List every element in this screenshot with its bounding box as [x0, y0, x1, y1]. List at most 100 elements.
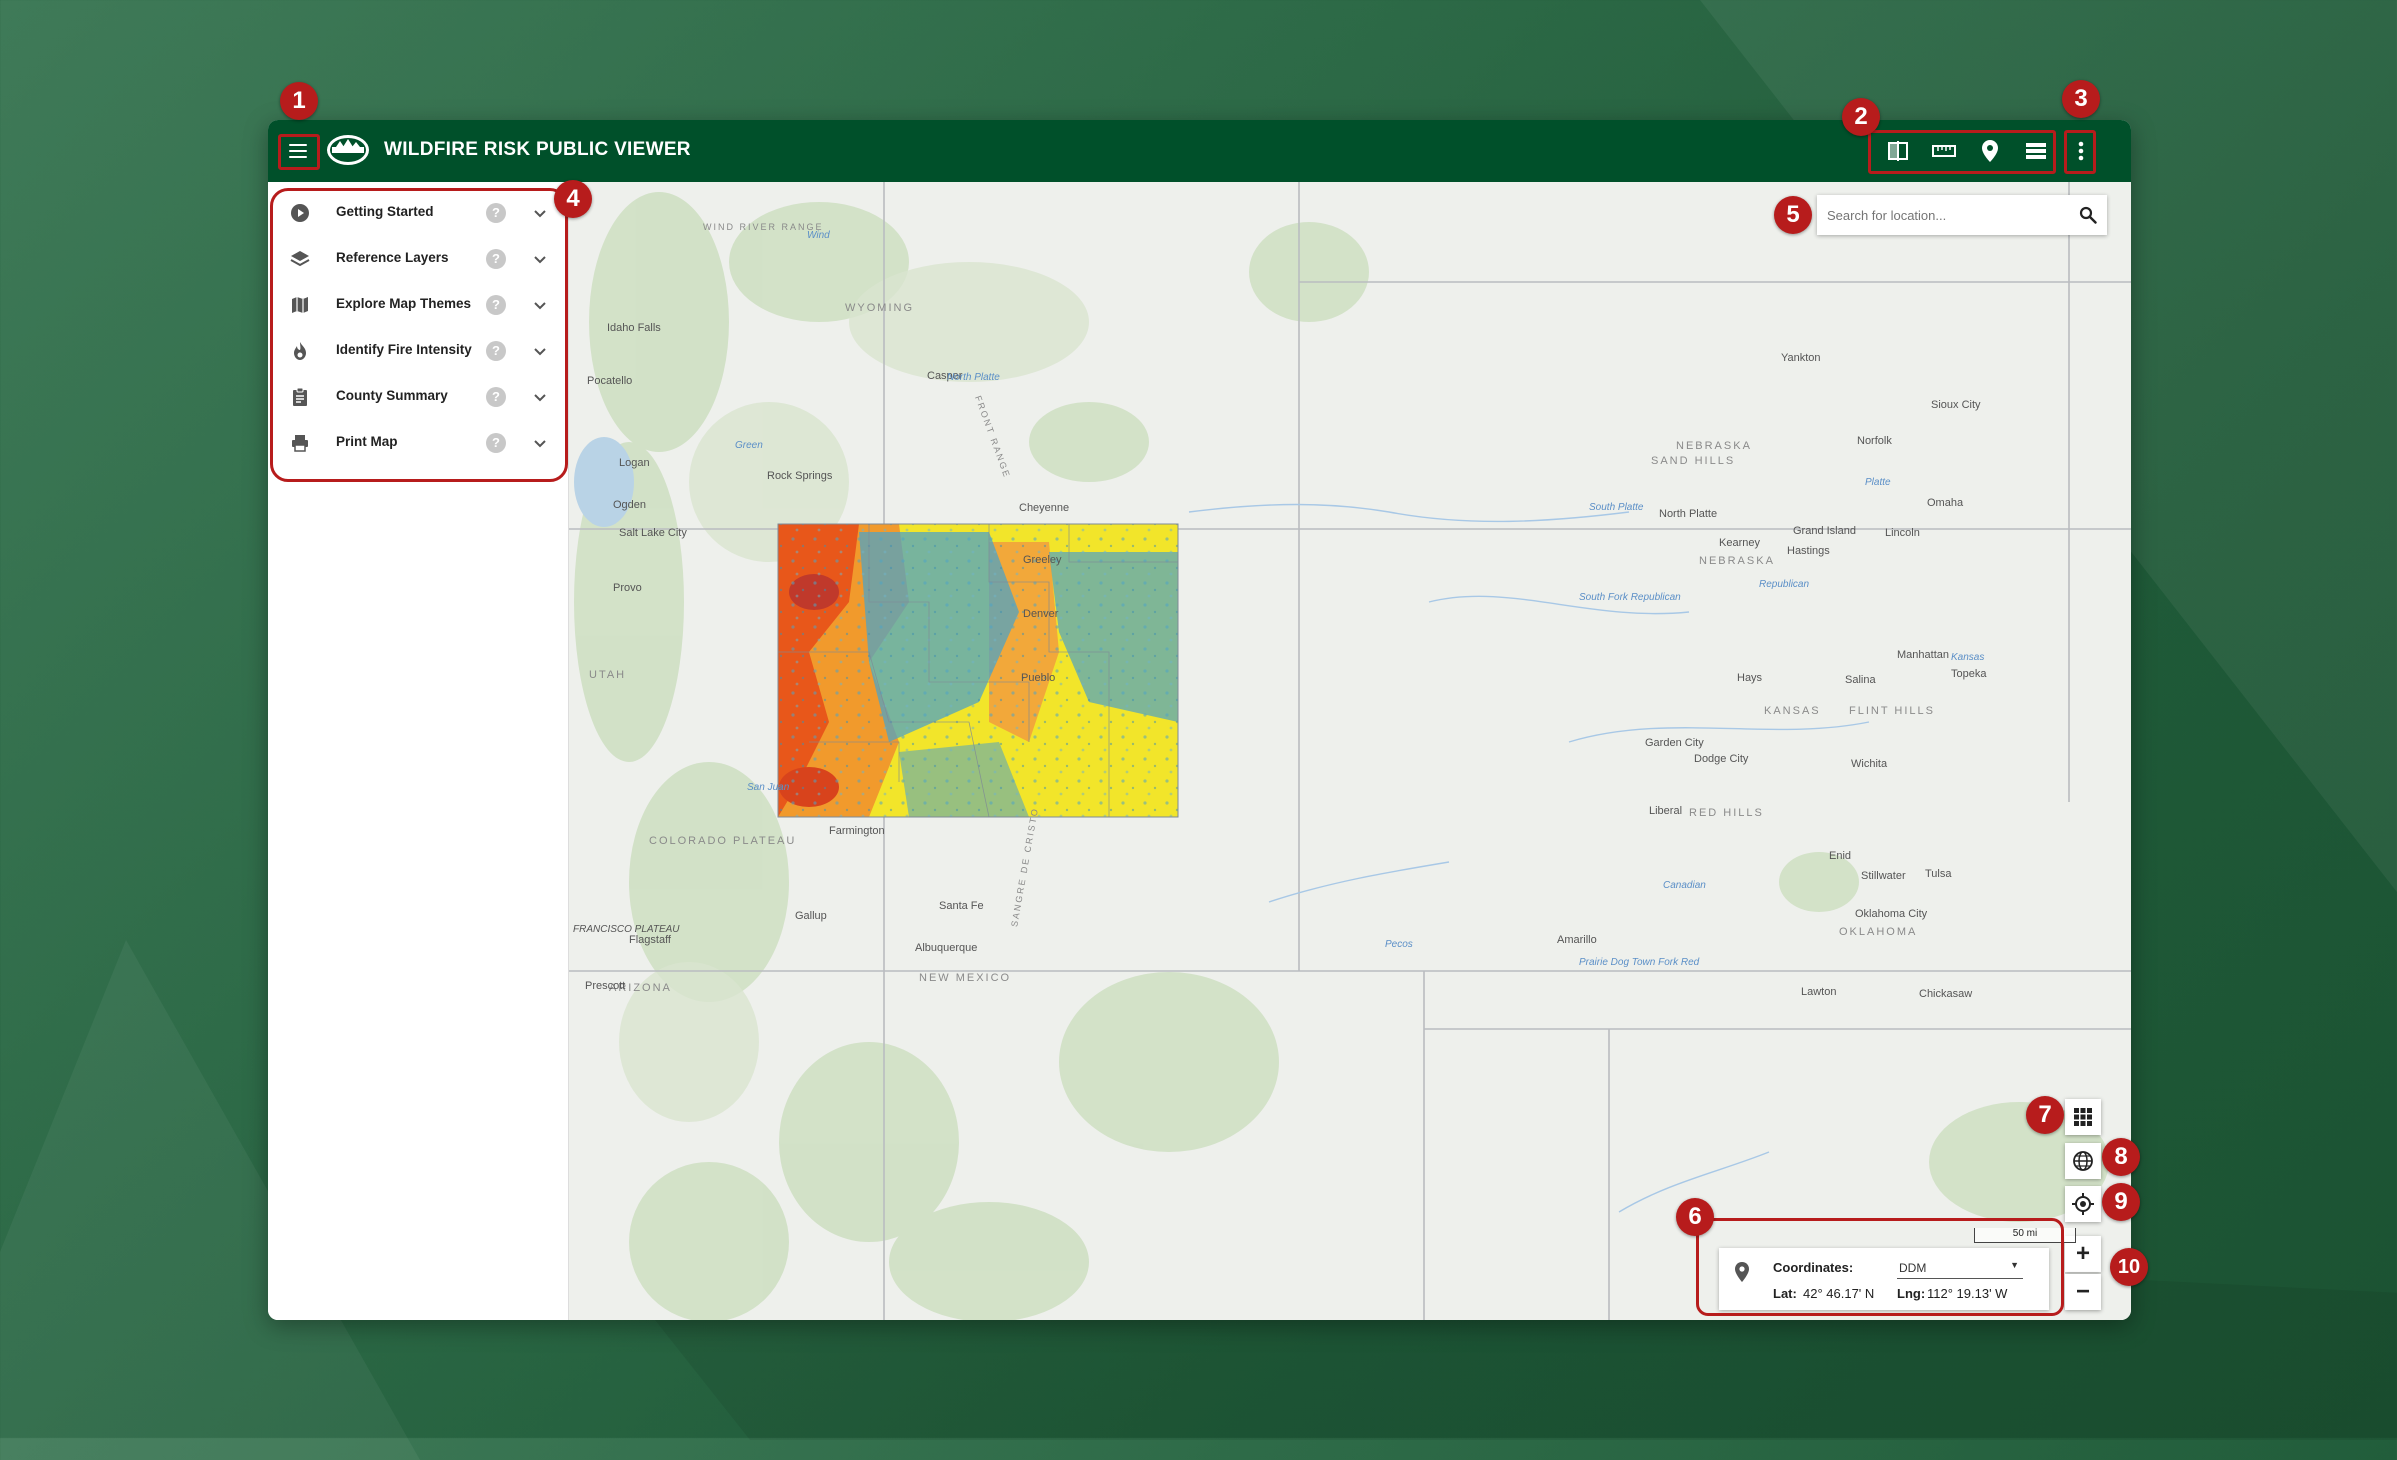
callout-badge: 1 [280, 82, 318, 120]
measure-button[interactable] [1924, 132, 1964, 170]
coordinate-format-value: DDM [1899, 1261, 1927, 1275]
map-label: Republican [1759, 579, 1810, 590]
map-label: Wichita [1851, 758, 1888, 770]
list-icon [2026, 143, 2046, 159]
basemap-button[interactable] [2065, 1099, 2101, 1135]
chevron-down-icon[interactable] [532, 435, 548, 451]
globe-button[interactable] [2065, 1143, 2101, 1179]
map-label: Green [735, 440, 763, 451]
map-label: Pecos [1385, 939, 1413, 950]
more-vertical-icon [2078, 141, 2084, 161]
map-label: Yankton [1781, 352, 1821, 364]
place-marker-button[interactable] [1970, 132, 2010, 170]
layer-list-button[interactable] [2016, 132, 2056, 170]
map-label: Provo [613, 582, 642, 594]
map-label: NEBRASKA [1676, 440, 1752, 452]
map-label: Amarillo [1557, 934, 1597, 946]
risk-overlay [777, 523, 1179, 818]
coordinates-label: Coordinates: [1773, 1260, 1854, 1275]
sidebar-item-getting-started[interactable]: Getting Started ? [268, 190, 568, 236]
map-label: South Fork Republican [1579, 592, 1681, 603]
search-icon[interactable] [2079, 206, 2097, 224]
ruler-icon [1932, 145, 1956, 157]
help-icon[interactable]: ? [486, 203, 506, 223]
callout-badge: 2 [1842, 98, 1880, 136]
sidebar-item-reference-layers[interactable]: Reference Layers ? [268, 236, 568, 282]
help-icon[interactable]: ? [486, 387, 506, 407]
fire-icon [294, 342, 306, 360]
map-label: Salt Lake City [619, 527, 687, 539]
sidebar-item-label: Getting Started [336, 204, 434, 219]
callout-badge: 7 [2026, 1096, 2064, 1134]
sidebar-item-label: Reference Layers [336, 250, 449, 265]
split-view-button[interactable] [1878, 132, 1918, 170]
sidebar: Getting Started ? Reference Layers ? Exp… [268, 182, 569, 1320]
chevron-down-icon[interactable] [532, 389, 548, 405]
map-label: Pocatello [587, 375, 633, 387]
map-label: Cheyenne [1019, 502, 1070, 514]
basemap [569, 182, 2131, 1320]
chevron-down-icon: ▼ [2010, 1260, 2019, 1270]
clipboard-icon [293, 387, 307, 406]
map-label: Tulsa [1925, 868, 1952, 880]
map-pin-icon [1735, 1262, 1749, 1282]
chevron-down-icon[interactable] [532, 343, 548, 359]
map-label: Norfolk [1857, 435, 1892, 447]
help-icon[interactable]: ? [486, 295, 506, 315]
sidebar-item-label: Identify Fire Intensity [336, 342, 472, 357]
chevron-down-icon[interactable] [532, 297, 548, 313]
map-label: KANSAS [1764, 705, 1821, 717]
lat-label: Lat: [1773, 1286, 1797, 1301]
map-label: Santa Fe [939, 900, 984, 912]
more-options-button[interactable] [2066, 132, 2096, 170]
lng-label: Lng: [1897, 1286, 1926, 1301]
coordinates-panel: Coordinates: DDM ▼ Lat: 42° 46.17' N Lng… [1719, 1248, 2049, 1310]
app-title: WILDFIRE RISK PUBLIC VIEWER [384, 139, 691, 160]
chevron-down-icon[interactable] [532, 251, 548, 267]
map-label: Salina [1845, 674, 1876, 686]
map-label: Platte [1865, 477, 1891, 488]
map-label: Enid [1829, 850, 1852, 862]
map-label: FRANCISCO PLATEAU [573, 924, 680, 935]
globe-icon [2073, 1151, 2093, 1171]
zoom-out-button[interactable]: − [2065, 1274, 2101, 1310]
map-label: FLINT HILLS [1849, 705, 1935, 717]
map-label: NEW MEXICO [919, 972, 1012, 984]
map-label: Oklahoma City [1855, 908, 1928, 920]
sidebar-item-print-map[interactable]: Print Map ? [268, 420, 568, 466]
map-label: Liberal [1649, 805, 1683, 817]
lat-value: 42° 46.17' N [1803, 1286, 1875, 1301]
map-label: UTAH [589, 669, 627, 681]
map-label: WYOMING [845, 302, 914, 314]
sidebar-item-explore-map-themes[interactable]: Explore Map Themes ? [268, 282, 568, 328]
map-label: North Platte [947, 372, 1000, 383]
hamburger-icon [289, 144, 307, 158]
map-label: RED HILLS [1689, 807, 1764, 819]
callout-badge: 10 [2110, 1248, 2148, 1286]
map-label: Hays [1737, 672, 1763, 684]
help-icon[interactable]: ? [486, 433, 506, 453]
map-label: COLORADO PLATEAU [649, 835, 797, 847]
help-icon[interactable]: ? [486, 341, 506, 361]
map-label: South Platte [1589, 502, 1644, 513]
layers-icon [290, 251, 310, 267]
coordinate-format-select[interactable]: DDM ▼ [1897, 1258, 2023, 1279]
locate-icon [2072, 1193, 2094, 1215]
map-label: Lincoln [1885, 527, 1920, 539]
chevron-down-icon[interactable] [532, 205, 548, 221]
search-input[interactable] [1825, 206, 2069, 224]
map-label: Topeka [1951, 668, 1987, 680]
help-icon[interactable]: ? [486, 249, 506, 269]
lng-value: 112° 19.13' W [1927, 1286, 2008, 1301]
map-canvas[interactable]: WYOMING NEBRASKA SAND HILLS KANSAS FLINT… [569, 182, 2131, 1320]
sidebar-item-identify-fire-intensity[interactable]: Identify Fire Intensity ? [268, 328, 568, 374]
menu-button[interactable] [280, 133, 316, 169]
map-label: San Juan [747, 782, 790, 793]
map-label: Garden City [1645, 737, 1704, 749]
map-label: Farmington [829, 825, 885, 837]
callout-badge: 8 [2102, 1138, 2140, 1176]
map-label: Kansas [1951, 652, 1985, 663]
toolbar [1878, 132, 2056, 170]
sidebar-item-county-summary[interactable]: County Summary ? [268, 374, 568, 420]
locate-button[interactable] [2065, 1186, 2101, 1222]
